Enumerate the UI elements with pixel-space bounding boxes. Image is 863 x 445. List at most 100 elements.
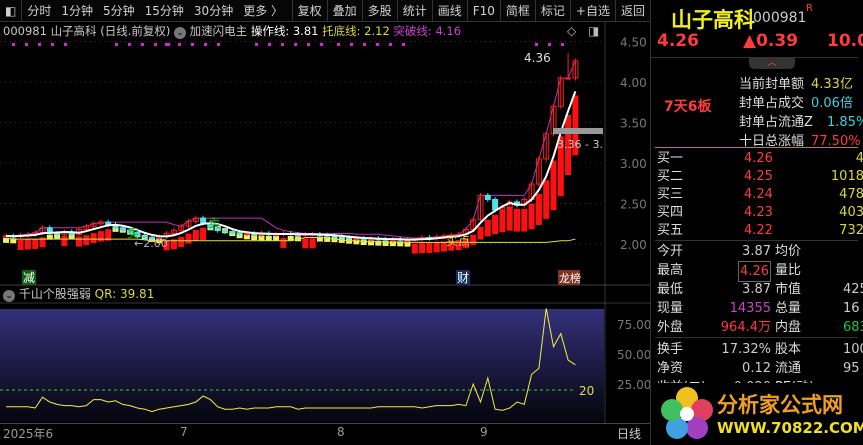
signal-dot <box>191 43 194 46</box>
seal-row: 封单占成交 0.06倍 <box>651 94 863 113</box>
stat-label: 换手 <box>657 342 684 357</box>
seal-value: 0.06倍 <box>811 96 853 111</box>
stat-value: 0.12 <box>742 361 771 376</box>
order-book-row[interactable]: 买一 4.26 4 <box>651 149 863 168</box>
chip-block <box>426 242 433 253</box>
watermark-title: 分析家公式网 <box>717 393 843 417</box>
order-book-row[interactable]: 买二 4.25 1018 <box>651 167 863 186</box>
candle-body <box>243 232 250 235</box>
price-tick-label: 3.50 <box>620 117 647 131</box>
buy-signal: 买点 <box>446 234 470 248</box>
candle-body <box>222 229 228 233</box>
stat-value: 964.4万 <box>720 320 771 335</box>
signal-dot <box>268 43 271 46</box>
period-label[interactable]: 日线 <box>617 425 641 442</box>
chip-block <box>477 226 484 240</box>
stat-label: 流通 <box>775 361 802 376</box>
order-book-row[interactable]: 买四 4.23 403 <box>651 203 863 222</box>
candle-body <box>200 217 207 224</box>
signal-dot <box>363 43 366 46</box>
book-volume: 478 <box>839 187 863 202</box>
pressure-line <box>6 60 576 239</box>
quote-panel: 山子高科 000981 R 4.26 ▲0.39 10.0 ︿ 7天6板 当前封… <box>650 0 863 445</box>
stat-row: 最高 4.26 量比 <box>651 261 863 282</box>
signal-dot <box>154 43 157 46</box>
order-book-row[interactable]: 买三 4.24 478 <box>651 185 863 204</box>
chip-block <box>185 233 192 244</box>
stat-value: 14355 <box>729 301 771 316</box>
chip-block <box>433 242 440 253</box>
dragon-list-tag: 龙榜 <box>559 271 581 285</box>
stat-value: 95 <box>843 361 860 376</box>
seal-value: 1.85% <box>827 115 863 130</box>
signal-dot <box>561 43 564 46</box>
date-label: 2025年6 <box>3 427 54 441</box>
stat-label: 今开 <box>657 244 684 259</box>
stat-label: 外盘 <box>657 320 684 335</box>
chip-block <box>411 243 418 254</box>
chip-block <box>506 206 513 231</box>
stat-value: 17.32% <box>721 342 771 357</box>
collapse-icon[interactable]: ︿ <box>749 58 795 69</box>
book-label: 买一 <box>657 151 684 166</box>
price-tick-label: 4.50 <box>620 36 647 50</box>
chip-block <box>550 160 557 211</box>
stat-label: 市值 <box>775 282 802 297</box>
chip-block <box>499 210 506 233</box>
book-label: 买四 <box>657 205 684 220</box>
kline-chart[interactable]: 4.50 4.00 3.50 3.00 2.50 2.00 75.00 50.00 25.00 4… <box>0 0 650 445</box>
qr-tick-label: 75.00 <box>617 318 650 332</box>
high-marker-label: 4.36 <box>524 51 551 65</box>
book-volume: 732 <box>839 223 863 238</box>
indicator-collapse-icon[interactable]: ⌄ <box>3 290 15 302</box>
stat-label: 股本 <box>775 342 802 357</box>
stat-label: 量比 <box>775 263 802 278</box>
stat-value: 16 <box>843 301 860 316</box>
sell-signal: 卖 <box>127 226 139 240</box>
range-bar <box>553 128 603 134</box>
order-book-row[interactable]: 买五 4.22 732 <box>651 221 863 240</box>
signal-dot <box>115 43 118 46</box>
signal-dot <box>548 43 551 46</box>
qr-tick-label: 50.00 <box>617 348 650 362</box>
candle-body <box>484 194 491 200</box>
panel-change-pct: 10.0 <box>827 31 863 51</box>
book-label: 买三 <box>657 187 684 202</box>
book-volume: 1018 <box>830 169 863 184</box>
stat-label: 最高 <box>657 263 684 278</box>
seal-row: 封单占流通Z 1.85% <box>651 113 863 132</box>
date-label: 9 <box>480 425 488 439</box>
chip-block <box>17 239 24 250</box>
signal-dot <box>165 43 168 46</box>
signal-dot <box>281 43 284 46</box>
signal-dot <box>307 43 310 46</box>
chip-block <box>528 203 535 230</box>
seal-row: 当前封单额 4.33亿 <box>651 75 863 94</box>
finance-tag: 财 <box>457 271 469 285</box>
book-price: 4.25 <box>744 169 773 184</box>
signal-dot <box>350 43 353 46</box>
chip-block <box>521 208 528 232</box>
panel-stock-code: 000981 <box>753 10 807 26</box>
book-price: 4.23 <box>744 205 773 220</box>
flower-logo-icon <box>661 387 713 439</box>
indicator-title: 千山个股强弱 <box>18 287 91 301</box>
stat-row: 今开 3.87 均价 <box>651 242 863 261</box>
qr-tick-label: 25.00 <box>617 378 650 392</box>
stat-label: 总量 <box>775 301 802 316</box>
chip-block <box>484 219 491 237</box>
panel-price: 4.26 <box>657 31 699 51</box>
signal-dot <box>204 43 207 46</box>
stat-row: 换手 17.32% 股本 100 <box>651 340 863 359</box>
price-tick-label: 4.00 <box>620 76 647 90</box>
chip-block <box>178 236 185 247</box>
signal-dot <box>25 43 28 46</box>
signal-dot <box>178 43 181 46</box>
watermark-logo: 分析家公式网 WWW.70822.COM <box>655 383 863 445</box>
seal-label: 当前封单额 <box>739 77 805 92</box>
stat-label: 均价 <box>775 244 802 259</box>
qr-label: QR: <box>94 287 117 301</box>
chip-block <box>470 234 477 245</box>
reduce-tag: 减 <box>23 271 35 285</box>
chip-block <box>309 238 316 249</box>
